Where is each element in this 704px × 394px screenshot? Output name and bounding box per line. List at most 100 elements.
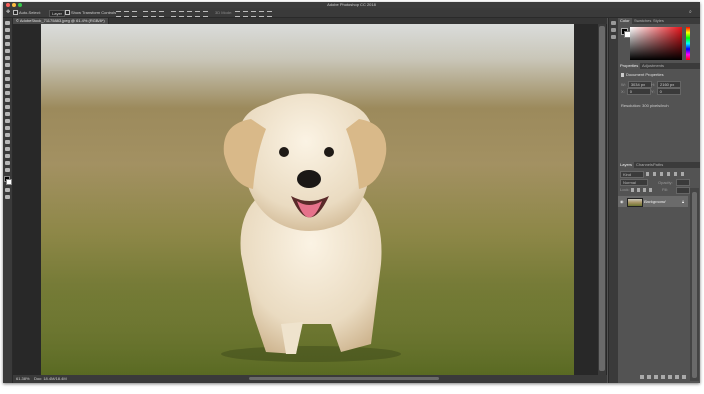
distribute-left-icon[interactable] — [195, 11, 200, 17]
new-group-icon[interactable] — [668, 375, 672, 379]
show-transform-label: Show Transform Controls — [71, 10, 117, 15]
show-transform-checkbox[interactable]: Show Transform Controls — [65, 9, 116, 16]
width-input[interactable]: 3034 px — [627, 81, 652, 88]
canvas-vertical-scrollbar[interactable] — [598, 24, 606, 375]
add-mask-icon[interactable] — [654, 375, 658, 379]
tab-adjustments[interactable]: Adjustments — [640, 63, 666, 69]
align-left-icon[interactable] — [143, 11, 148, 17]
y-field[interactable]: Y: 0 — [651, 88, 681, 95]
fill-input[interactable] — [676, 187, 690, 194]
tab-properties[interactable]: Properties — [618, 63, 641, 69]
adjustment-layer-icon[interactable] — [661, 375, 665, 379]
pen-tool-icon[interactable] — [5, 126, 10, 130]
eraser-tool-icon[interactable] — [5, 98, 10, 102]
right-panels: Color Swatches Styles Properties Adjustm… — [618, 18, 700, 383]
edit-toolbar-icon[interactable] — [5, 168, 10, 172]
blur-tool-icon[interactable] — [5, 112, 10, 116]
search-icon[interactable]: ⌕ — [689, 9, 692, 16]
auto-select-dropdown[interactable]: Layer — [49, 10, 66, 17]
properties-panel-tabs: Properties Adjustments — [618, 63, 700, 69]
height-input[interactable]: 2160 px — [657, 81, 681, 88]
canvas-area[interactable] — [13, 24, 607, 375]
tab-styles[interactable]: Styles — [651, 18, 666, 24]
align-right-icon[interactable] — [159, 11, 164, 17]
zoom-tool-icon[interactable] — [5, 161, 10, 165]
height-field[interactable]: H: 2160 px — [651, 81, 681, 88]
brush-tool-icon[interactable] — [5, 77, 10, 81]
3d-pan-icon[interactable] — [251, 11, 256, 17]
y-input[interactable]: 0 — [656, 88, 681, 95]
hue-slider[interactable] — [686, 27, 690, 60]
tools-panel — [3, 18, 13, 383]
lasso-tool-icon[interactable] — [5, 35, 10, 39]
align-middle-icon[interactable] — [124, 11, 129, 17]
healing-brush-tool-icon[interactable] — [5, 70, 10, 74]
move-tool-icon[interactable]: ✥ — [6, 9, 10, 16]
3d-roll-icon[interactable] — [243, 11, 248, 17]
history-panel-icon[interactable] — [611, 21, 616, 25]
eyedropper-tool-icon[interactable] — [5, 63, 10, 67]
marquee-tool-icon[interactable] — [5, 28, 10, 32]
move-tool-icon[interactable] — [5, 21, 10, 25]
canvas-horizontal-scrollbar[interactable] — [249, 377, 439, 380]
libraries-panel-icon[interactable] — [611, 35, 616, 39]
distribute-center-icon[interactable] — [203, 11, 208, 17]
layers-panel-footer — [618, 373, 688, 381]
3d-rotate-icon[interactable] — [235, 11, 240, 17]
distribute-middle-icon[interactable] — [179, 11, 184, 17]
layer-name[interactable]: Background — [644, 196, 665, 207]
align-bottom-icon[interactable] — [132, 11, 137, 17]
blend-mode-dropdown[interactable]: Normal — [620, 179, 648, 186]
lock-options-icons[interactable] — [631, 188, 653, 192]
lock-icon[interactable]: 🔒︎ — [682, 199, 684, 204]
width-field[interactable]: W: 3034 px — [621, 81, 652, 88]
align-center-icon[interactable] — [151, 11, 156, 17]
hand-tool-icon[interactable] — [5, 154, 10, 158]
tab-color[interactable]: Color — [618, 18, 632, 24]
auto-select-checkbox[interactable]: Auto-Select: — [13, 9, 41, 16]
color-picker-field[interactable] — [630, 27, 682, 60]
distribute-bottom-icon[interactable] — [187, 11, 192, 17]
distribute-top-icon[interactable] — [171, 11, 176, 17]
gradient-tool-icon[interactable] — [5, 105, 10, 109]
layers-scrollbar[interactable] — [690, 188, 699, 381]
tab-layers[interactable]: Layers — [618, 162, 635, 168]
background-color-swatch[interactable] — [6, 179, 12, 185]
rectangle-tool-icon[interactable] — [5, 147, 10, 151]
delete-layer-icon[interactable] — [682, 375, 686, 379]
type-tool-icon[interactable] — [5, 133, 10, 137]
screen-mode-icon[interactable] — [5, 195, 10, 199]
3d-scale-icon[interactable] — [267, 11, 272, 17]
color-panel-tabs: Color Swatches Styles — [618, 18, 700, 24]
path-select-tool-icon[interactable] — [5, 140, 10, 144]
quick-mask-icon[interactable] — [5, 188, 10, 192]
brush-settings-icon[interactable] — [611, 28, 616, 32]
history-brush-tool-icon[interactable] — [5, 91, 10, 95]
x-input[interactable]: 0 — [626, 88, 651, 95]
quick-select-tool-icon[interactable] — [5, 42, 10, 46]
tab-paths[interactable]: Paths — [651, 162, 665, 168]
layer-filter-icons[interactable] — [646, 172, 686, 176]
layers-panel-tabs: Layers Channels Paths — [618, 162, 700, 168]
status-bar: 61.38% Doc: 18.4M/18.4M — [13, 375, 607, 383]
x-field[interactable]: X: 0 — [621, 88, 651, 95]
frame-tool-icon[interactable] — [5, 56, 10, 60]
new-layer-icon[interactable] — [675, 375, 679, 379]
photoshop-window: Adobe Photoshop CC 2018 ✥ Auto-Select: L… — [3, 2, 700, 383]
layer-style-icon[interactable] — [647, 375, 651, 379]
clone-stamp-tool-icon[interactable] — [5, 84, 10, 88]
link-layers-icon[interactable] — [640, 375, 644, 379]
properties-header: Document Properties — [621, 72, 664, 77]
doc-size-info[interactable]: Doc: 18.4M/18.4M — [34, 375, 67, 383]
opacity-input[interactable] — [676, 179, 690, 186]
align-top-icon[interactable] — [116, 11, 121, 17]
layer-kind-filter[interactable]: Kind — [620, 171, 644, 178]
dodge-tool-icon[interactable] — [5, 119, 10, 123]
eye-icon[interactable]: ◉ — [620, 200, 624, 204]
zoom-level[interactable]: 61.38% — [16, 375, 30, 383]
3d-slide-icon[interactable] — [259, 11, 264, 17]
crop-tool-icon[interactable] — [5, 49, 10, 53]
y-label: Y: — [651, 89, 655, 94]
fill-label: Fill: — [662, 187, 669, 192]
layer-row-background[interactable]: ◉ Background 🔒︎ — [618, 196, 688, 207]
